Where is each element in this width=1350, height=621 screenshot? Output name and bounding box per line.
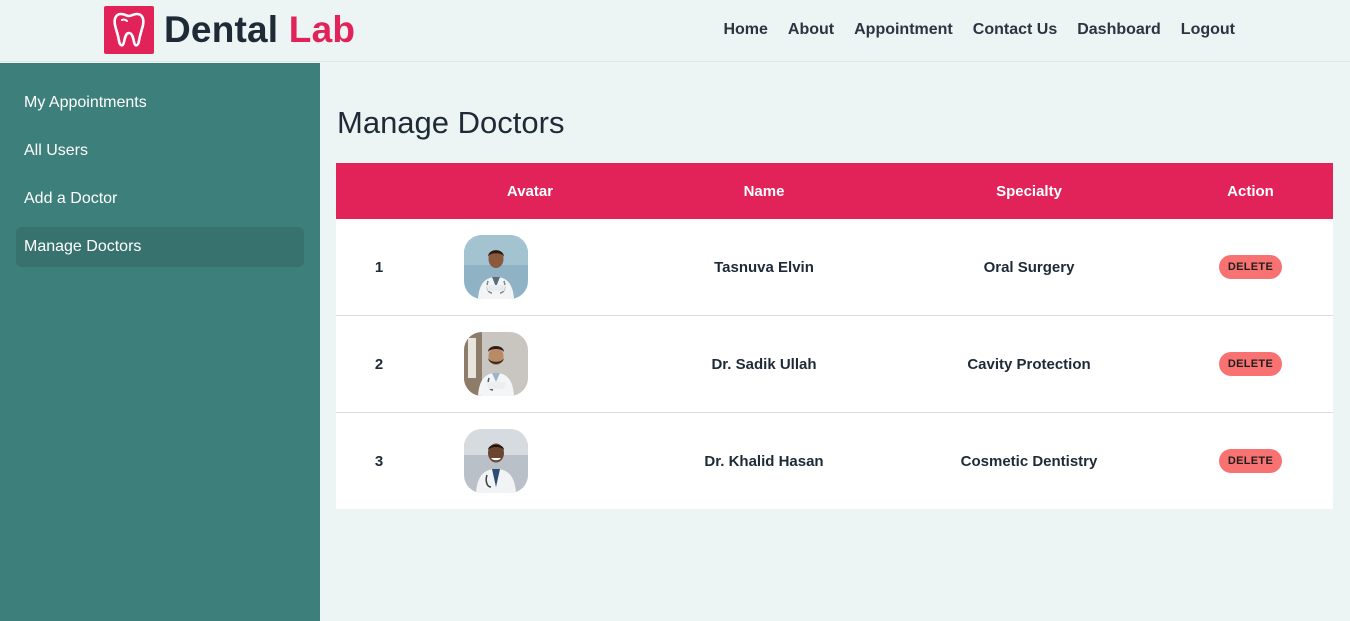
sidebar-item-my-appointments[interactable]: My Appointments [16,83,304,123]
brand-name: Dental Lab [164,6,355,54]
header-name: Name [743,182,785,200]
avatar-cell [422,235,638,299]
main-nav: Home About Appointment Contact Us Dashbo… [713,19,1245,41]
top-navbar: Dental Lab Home About Appointment Contac… [0,0,1350,62]
table-row: 2 Dr. Sadik Ullah Cavity Protection DELE… [336,316,1333,413]
brand-name-part2: Lab [288,9,356,50]
nav-home[interactable]: Home [713,19,777,41]
delete-button[interactable]: DELETE [1218,255,1283,279]
brand-name-part1: Dental [164,9,279,50]
row-number: 2 [374,355,384,373]
nav-contact-us[interactable]: Contact Us [963,19,1067,41]
sidebar-item-add-doctor[interactable]: Add a Doctor [16,179,304,219]
avatar-cell [422,332,638,396]
tooth-icon [104,6,154,54]
table-row: 1 Tasnuva Elvin Oral Surgery DELETE [336,219,1333,316]
doctor-name: Dr. Sadik Ullah [711,355,817,373]
doctor-avatar-icon [464,332,528,396]
row-number: 1 [374,258,384,276]
action-cell: DELETE [1168,255,1333,279]
header-action: Action [1227,182,1274,200]
table-header: Avatar Name Specialty Action [336,163,1333,219]
delete-button[interactable]: DELETE [1218,449,1283,473]
dashboard-sidebar: My Appointments All Users Add a Doctor M… [0,63,320,621]
delete-button[interactable]: DELETE [1218,352,1283,376]
header-avatar: Avatar [506,182,554,200]
brand-logo[interactable]: Dental Lab [104,6,355,54]
sidebar-item-all-users[interactable]: All Users [16,131,304,171]
sidebar-item-manage-doctors[interactable]: Manage Doctors [16,227,304,267]
row-number: 3 [374,452,384,470]
doctor-specialty: Cavity Protection [967,355,1091,373]
doctor-name: Tasnuva Elvin [714,258,814,276]
table-row: 3 Dr. Khalid Hasan Cosmetic Dentistry DE… [336,413,1333,509]
header-specialty: Specialty [996,182,1062,200]
nav-dashboard[interactable]: Dashboard [1067,19,1171,41]
doctor-name: Dr. Khalid Hasan [704,452,824,470]
action-cell: DELETE [1168,352,1333,376]
nav-about[interactable]: About [778,19,844,41]
action-cell: DELETE [1168,449,1333,473]
doctor-specialty: Oral Surgery [983,258,1075,276]
doctors-table: Avatar Name Specialty Action 1 Tasnuva E… [336,163,1333,509]
nav-appointment[interactable]: Appointment [844,19,963,41]
page-title: Manage Doctors [337,105,565,140]
avatar-cell [422,429,638,493]
doctor-avatar-icon [464,429,528,493]
nav-logout[interactable]: Logout [1171,19,1245,41]
doctor-avatar-icon [464,235,528,299]
doctor-specialty: Cosmetic Dentistry [960,452,1098,470]
